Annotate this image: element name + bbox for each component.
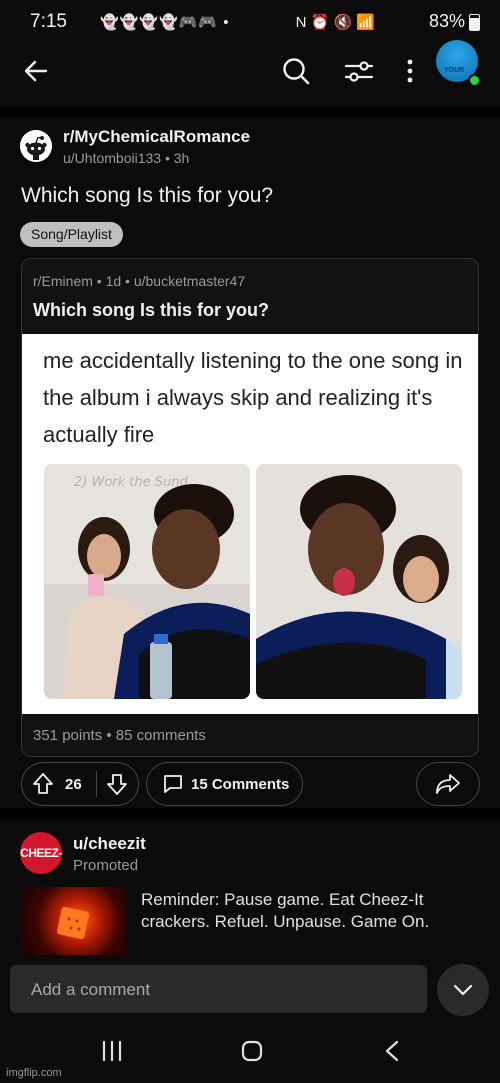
avatar-label: YOUR	[444, 67, 465, 74]
share-icon	[436, 774, 460, 794]
arrow-left-icon[interactable]	[22, 57, 50, 85]
promoted-label: Promoted	[73, 857, 139, 874]
vote-count: 26	[65, 776, 82, 793]
status-bar: 7:15 👻👻👻👻🎮🎮 • N ⏰ 🔇 📶 83%	[0, 0, 500, 44]
crosspost-title: Which song Is this for you?	[33, 300, 269, 320]
vote-divider	[96, 771, 97, 797]
imgflip-watermark: imgflip.com	[6, 1067, 62, 1079]
battery-level: 83%	[428, 11, 465, 31]
upvote-icon[interactable]	[32, 772, 54, 796]
subreddit-name[interactable]: r/MyChemicalRomance	[63, 127, 250, 147]
comment-placeholder: Add a comment	[31, 980, 151, 999]
chevron-down-icon	[453, 984, 473, 996]
recent-apps-icon[interactable]	[100, 1040, 124, 1062]
post-title: Which song Is this for you?	[21, 184, 274, 207]
whiteboard-text: 2) Work the Sund	[74, 475, 188, 490]
online-status-dot	[468, 74, 481, 87]
crosspost-meta[interactable]: r/Eminem • 1d • u/bucketmaster47	[33, 273, 245, 289]
meme-image[interactable]: me accidentally listening to the one son…	[22, 334, 478, 714]
ad-user[interactable]: u/cheezit	[73, 834, 146, 854]
vote-pill: 26	[21, 762, 139, 806]
comments-label: 15 Comments	[191, 776, 290, 793]
back-nav-icon[interactable]	[382, 1039, 402, 1063]
sliders-icon[interactable]	[344, 57, 374, 85]
divider	[0, 808, 500, 820]
search-icon[interactable]	[281, 56, 311, 86]
notification-icons: 👻👻👻👻🎮🎮 •	[100, 14, 230, 31]
meme-photo-left: 2) Work the Sund	[44, 464, 250, 699]
collapse-button[interactable]	[437, 964, 489, 1016]
divider	[0, 106, 500, 118]
home-icon[interactable]	[240, 1039, 264, 1063]
crosspost-footer: 351 points • 85 comments	[33, 727, 206, 744]
share-button[interactable]	[416, 762, 480, 806]
meme-photo-right	[256, 464, 462, 699]
downvote-icon[interactable]	[106, 772, 128, 796]
meme-caption: me accidentally listening to the one son…	[43, 348, 463, 447]
status-icons: N ⏰ 🔇 📶	[295, 14, 375, 31]
status-time: 7:15	[30, 11, 67, 32]
ad-text[interactable]: Reminder: Pause game. Eat Cheez-It crack…	[141, 889, 471, 933]
crosspost-card[interactable]: r/Eminem • 1d • u/bucketmaster47 Which s…	[21, 258, 479, 757]
comments-button[interactable]: 15 Comments	[146, 762, 303, 806]
battery-icon	[469, 14, 480, 31]
subreddit-avatar[interactable]	[20, 130, 52, 162]
cheezit-logo[interactable]: CHEEZ-IT	[20, 832, 62, 902]
cracker-image	[56, 906, 90, 940]
ad-thumbnail[interactable]	[21, 887, 125, 962]
more-vertical-icon[interactable]	[402, 58, 418, 84]
add-comment-input[interactable]: Add a comment	[10, 965, 427, 1013]
post-flair[interactable]: Song/Playlist	[20, 222, 123, 247]
comment-icon	[164, 775, 182, 793]
post-meta[interactable]: u/Uhtomboii133 • 3h	[63, 150, 189, 166]
reddit-snoo-icon	[20, 130, 52, 162]
top-bar	[0, 44, 500, 106]
